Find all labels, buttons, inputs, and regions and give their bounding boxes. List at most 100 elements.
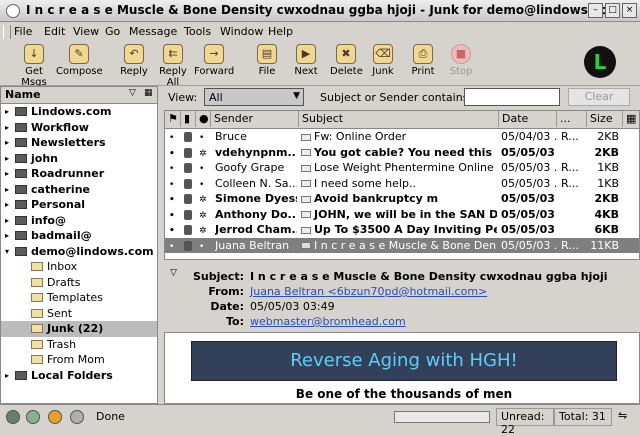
expand-icon[interactable]: ▸ bbox=[5, 197, 9, 212]
expand-icon[interactable]: ▸ bbox=[5, 104, 9, 119]
minimize-button[interactable]: – bbox=[588, 3, 603, 18]
message-date-cell: 05/05/03 ... bbox=[501, 238, 557, 253]
message-row[interactable]: • ✲ Jerrod Cham... Up To $3500 A Day Inviti… bbox=[165, 222, 639, 238]
folder-item[interactable]: From Mom bbox=[1, 352, 157, 368]
folder-label: info@ bbox=[31, 213, 66, 227]
message-sender-text: Anthony Do... bbox=[215, 207, 297, 221]
folder-item[interactable]: ▸ catherine bbox=[1, 182, 157, 198]
expand-icon[interactable]: ▸ bbox=[5, 135, 9, 150]
menubar-grip[interactable] bbox=[3, 25, 11, 39]
size-column[interactable]: Size bbox=[587, 111, 623, 127]
folder-item[interactable]: Inbox bbox=[1, 259, 157, 275]
folder-item[interactable]: ▾ demo@lindows.com bbox=[1, 244, 157, 260]
menu-message[interactable]: Message bbox=[129, 25, 177, 38]
menu-tools[interactable]: Tools bbox=[184, 25, 211, 38]
maximize-button[interactable]: □ bbox=[605, 3, 620, 18]
message-subject-cell: Lose Weight Phentermine Online bbox=[301, 160, 497, 175]
forward-button[interactable]: → Forward bbox=[194, 44, 234, 77]
search-input[interactable] bbox=[464, 88, 560, 106]
thread-pane: ⚑ ▮ ● Sender Subject Date ... Size ▦ • • B… bbox=[164, 110, 640, 260]
menu-file[interactable]: File bbox=[14, 25, 32, 38]
collapse-icon[interactable]: ▾ bbox=[5, 244, 9, 259]
message-subject-cell: I n c r e a s e Muscle & Bone Den... bbox=[301, 238, 497, 253]
clear-button[interactable]: Clear bbox=[568, 88, 630, 106]
extra-column[interactable]: ... bbox=[557, 111, 587, 127]
subject-column[interactable]: Subject bbox=[299, 111, 499, 127]
expand-icon[interactable]: ▸ bbox=[5, 228, 9, 243]
get-messages-label: Get Msgs bbox=[21, 66, 47, 88]
message-row[interactable]: • ✲ vdehynpnm... You got cable? You need th… bbox=[165, 145, 639, 161]
menu-view[interactable]: View bbox=[73, 25, 99, 38]
mail-icon[interactable] bbox=[26, 410, 40, 424]
next-button[interactable]: ▶ Next bbox=[292, 44, 320, 77]
message-row[interactable]: • • Juana Beltran I n c r e a s e Muscle & … bbox=[165, 237, 639, 253]
folder-name-column[interactable]: Name bbox=[5, 88, 41, 101]
folder-item[interactable]: ▸ Workflow bbox=[1, 120, 157, 136]
folder-item[interactable]: ▸ info@ bbox=[1, 213, 157, 229]
expand-icon[interactable]: ▸ bbox=[5, 213, 9, 228]
read-column-icon[interactable]: ● bbox=[196, 111, 211, 127]
online-status-icon[interactable]: ⇋ bbox=[618, 409, 627, 422]
attachment-column-icon[interactable]: ▮ bbox=[181, 111, 196, 127]
thread-dot-icon: • bbox=[169, 148, 175, 159]
folder-item[interactable]: Junk (22) bbox=[1, 321, 157, 337]
window-menu-icon[interactable] bbox=[6, 4, 20, 18]
thread-column-icon[interactable]: ⚑ bbox=[165, 111, 181, 127]
expand-icon[interactable]: ▸ bbox=[5, 182, 9, 197]
delete-button[interactable]: ✖ Delete bbox=[330, 44, 363, 77]
folder-item[interactable]: ▸ Newsletters bbox=[1, 135, 157, 151]
folder-item[interactable]: ▸ Local Folders bbox=[1, 368, 157, 384]
menu-window[interactable]: Window bbox=[220, 25, 263, 38]
close-button[interactable]: × bbox=[622, 3, 637, 18]
folder-label: From Mom bbox=[47, 353, 105, 366]
message-row[interactable]: • ✲ Simone Dyess Avoid bankruptcy m 05/05/03… bbox=[165, 191, 639, 207]
folder-item[interactable]: ▸ Personal bbox=[1, 197, 157, 213]
reply-button[interactable]: ↶ Reply bbox=[118, 44, 150, 77]
folder-item[interactable]: Templates bbox=[1, 290, 157, 306]
date-column[interactable]: Date bbox=[499, 111, 557, 127]
file-button[interactable]: ▤ File bbox=[254, 44, 280, 77]
message-row[interactable]: • • Colleen N. Sa... I need some help.. 05/0… bbox=[165, 176, 639, 192]
address-book-icon[interactable] bbox=[70, 410, 84, 424]
folder-item[interactable]: Sent bbox=[1, 306, 157, 322]
message-row[interactable]: • ✲ Anthony Do... JOHN, we will be in the S… bbox=[165, 207, 639, 223]
stop-button[interactable]: ■ Stop bbox=[448, 44, 474, 77]
folder-item[interactable]: ▸ Roadrunner bbox=[1, 166, 157, 182]
get-messages-button[interactable]: ↓ Get Msgs bbox=[12, 44, 56, 88]
junk-button[interactable]: ⌫ Junk bbox=[370, 44, 396, 77]
folder-item[interactable]: ▸ john bbox=[1, 151, 157, 167]
folder-item[interactable]: ▸ Lindows.com bbox=[1, 104, 157, 120]
next-label: Next bbox=[294, 66, 318, 77]
composer-icon[interactable] bbox=[48, 410, 62, 424]
attachment-icon bbox=[184, 129, 196, 144]
message-row[interactable]: • • Goofy Grape Lose Weight Phentermine Onl… bbox=[165, 160, 639, 176]
envelope-icon bbox=[301, 180, 311, 187]
menu-go[interactable]: Go bbox=[105, 25, 120, 38]
expand-icon[interactable]: ▸ bbox=[5, 120, 9, 135]
subject-label: Subject: bbox=[192, 270, 244, 283]
folder-item[interactable]: Drafts bbox=[1, 275, 157, 291]
print-button[interactable]: ⎙ Print bbox=[410, 44, 436, 77]
reply-all-label: Reply All bbox=[159, 66, 187, 88]
folder-pane-header[interactable]: Name ▽ ▦ bbox=[1, 87, 157, 104]
folder-item[interactable]: Trash bbox=[1, 337, 157, 353]
reply-all-button[interactable]: ⇇ Reply All bbox=[152, 44, 194, 88]
expand-icon[interactable]: ▸ bbox=[5, 166, 9, 181]
navigator-icon[interactable] bbox=[6, 410, 20, 424]
folder-icon bbox=[31, 324, 43, 333]
message-row[interactable]: • • Bruce Fw: Online Order 05/04/03 ... R... 2… bbox=[165, 129, 639, 145]
from-link[interactable]: Juana Beltran <6bzun70pd@hotmail.com> bbox=[250, 285, 487, 298]
column-picker-icon[interactable]: ▦ bbox=[144, 88, 153, 98]
menu-edit[interactable]: Edit bbox=[44, 25, 65, 38]
expand-icon[interactable]: ▸ bbox=[5, 151, 9, 166]
expand-icon[interactable]: ▸ bbox=[5, 368, 9, 383]
read-dot-icon: • bbox=[199, 164, 205, 174]
compose-button[interactable]: ✎ Compose bbox=[56, 44, 103, 77]
menu-help[interactable]: Help bbox=[268, 25, 293, 38]
folder-item[interactable]: ▸ badmail@ bbox=[1, 228, 157, 244]
to-link[interactable]: webmaster@bromhead.com bbox=[250, 315, 406, 328]
folder-icon bbox=[31, 293, 43, 302]
view-select[interactable]: All ▼ bbox=[204, 88, 304, 106]
sender-column[interactable]: Sender bbox=[211, 111, 299, 127]
thread-column-picker-icon[interactable]: ▦ bbox=[623, 111, 639, 127]
